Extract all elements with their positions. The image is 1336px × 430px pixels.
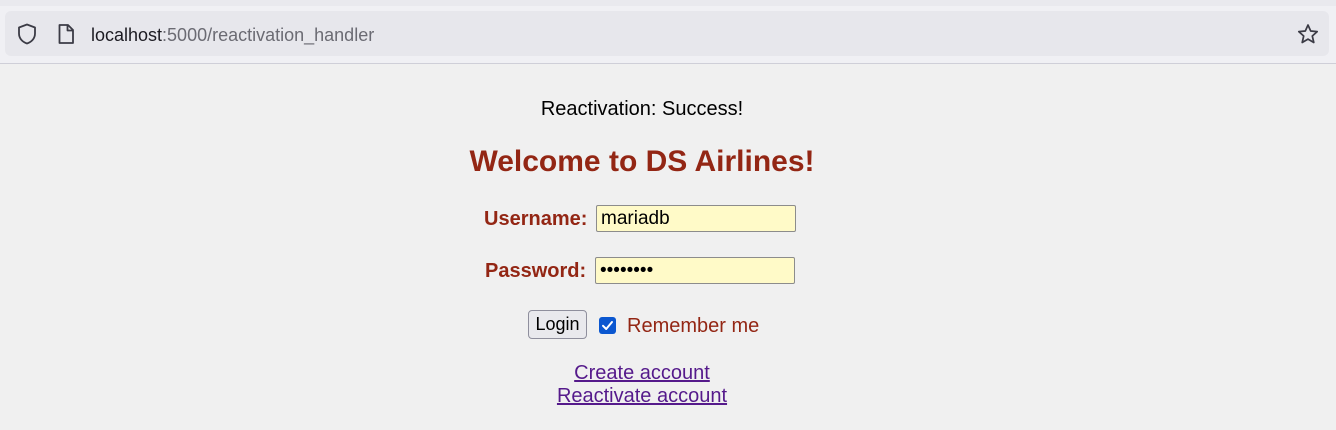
- remember-me-checkbox[interactable]: [599, 317, 616, 334]
- remember-me-label[interactable]: Remember me: [627, 315, 759, 338]
- login-button[interactable]: Login: [528, 310, 587, 339]
- page-icon: [55, 23, 77, 45]
- bookmark-star-icon[interactable]: [1297, 23, 1319, 45]
- url-path: :5000/reactivation_handler: [162, 25, 375, 45]
- url-bar[interactable]: localhost:5000/reactivation_handler: [5, 11, 1329, 56]
- url-host: localhost: [91, 25, 163, 45]
- password-input[interactable]: [595, 257, 795, 284]
- username-row: Username:: [0, 205, 1336, 235]
- url-text[interactable]: localhost:5000/reactivation_handler: [91, 24, 374, 46]
- username-label: Username:: [484, 208, 588, 230]
- browser-toolbar: localhost:5000/reactivation_handler: [0, 0, 1336, 64]
- username-input[interactable]: [596, 205, 796, 232]
- create-account-link[interactable]: Create account: [0, 362, 1284, 385]
- page-content: Reactivation: Success! Welcome to DS Air…: [0, 64, 1336, 430]
- status-message: Reactivation: Success!: [540, 98, 744, 120]
- password-label: Password:: [485, 260, 587, 282]
- reactivate-account-link[interactable]: Reactivate account: [0, 385, 1284, 408]
- tab-strip: [0, 0, 1336, 6]
- page-title: Welcome to DS Airlines!: [469, 145, 815, 178]
- shield-icon[interactable]: [16, 23, 38, 45]
- password-row: Password:: [0, 257, 1336, 287]
- checkmark-icon: [602, 321, 613, 330]
